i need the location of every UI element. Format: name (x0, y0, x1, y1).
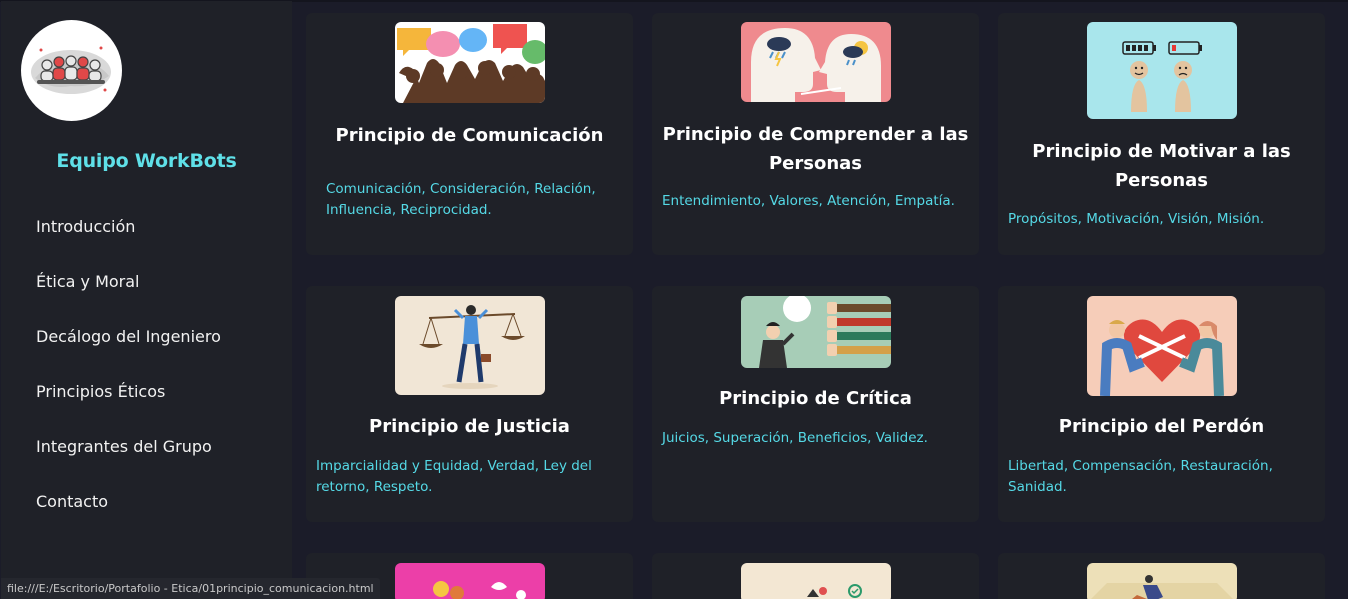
card-perdon[interactable]: Principio del Perdón Libertad, Compensac… (998, 286, 1325, 522)
nav-etica-moral[interactable]: Ética y Moral (36, 268, 221, 323)
communication-illustration (395, 22, 545, 103)
card-description: Libertad, Compensación, Restauración, Sa… (1008, 458, 1273, 495)
card-title: Principio de Justicia (369, 416, 570, 437)
understanding-illustration (741, 22, 891, 102)
nav-contacto[interactable]: Contacto (36, 488, 221, 543)
card-title: Principio de Comprender a las Personas (662, 124, 969, 174)
nav-introduccion[interactable]: Introducción (36, 213, 221, 268)
card-description: Propósitos, Motivación, Visión, Misión. (1008, 211, 1265, 227)
motivation-illustration (1087, 22, 1237, 119)
card-illustration (1087, 563, 1237, 599)
brand-name: Equipo WorkBots (56, 150, 237, 172)
team-logo[interactable] (21, 20, 122, 121)
justice-illustration (395, 296, 545, 395)
nav-decalogo[interactable]: Decálogo del Ingeniero (36, 323, 221, 378)
card-description: Imparcialidad y Equidad, Verdad, Ley del… (316, 458, 592, 495)
forgiveness-illustration (1087, 296, 1237, 396)
main-nav: Introducción Ética y Moral Decálogo del … (36, 213, 221, 543)
card-title: Principio de Crítica (719, 388, 912, 409)
card-description: Entendimiento, Valores, Atención, Empatí… (662, 193, 955, 209)
card-title: Principio del Perdón (1058, 416, 1265, 437)
card-title: Principio de Comunicación (335, 125, 604, 146)
card-comunicacion[interactable]: Principio de Comunicación Comunicación, … (306, 13, 633, 255)
card-row3-3[interactable] (998, 553, 1325, 599)
card-critica[interactable]: Principio de Crítica Juicios, Superación… (652, 286, 979, 522)
card-justicia[interactable]: Principio de Justicia Imparcialidad y Eq… (306, 286, 633, 522)
card-description: Comunicación, Consideración, Relación, I… (326, 181, 596, 218)
browser-status-bar: file:///E:/Escritorio/Portafolio - Etica… (1, 578, 380, 599)
card-illustration (741, 563, 891, 599)
card-motivar[interactable]: Principio de Motivar a las Personas Prop… (998, 13, 1325, 255)
nav-integrantes[interactable]: Integrantes del Grupo (36, 433, 221, 488)
nav-principios-eticos[interactable]: Principios Éticos (36, 378, 221, 433)
card-comprender[interactable]: Principio de Comprender a las Personas E… (652, 13, 979, 255)
criticism-illustration (741, 296, 891, 368)
card-illustration (395, 563, 545, 599)
card-title: Principio de Motivar a las Personas (1032, 141, 1291, 191)
card-description: Juicios, Superación, Beneficios, Validez… (662, 430, 928, 446)
card-row3-2[interactable] (652, 553, 979, 599)
sidebar: Equipo WorkBots Introducción Ética y Mor… (1, 1, 292, 599)
